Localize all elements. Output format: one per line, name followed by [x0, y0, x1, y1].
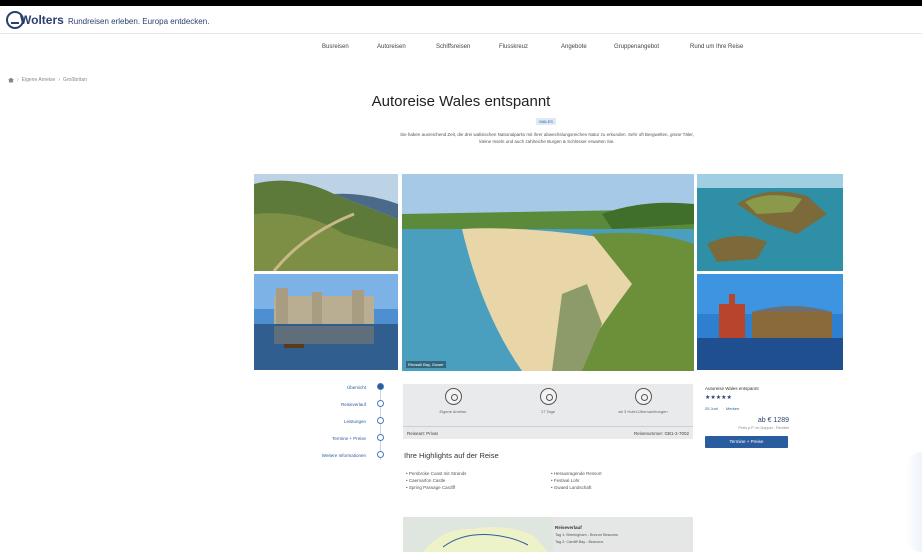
- section-nav: Übersicht Reiseverlauf Leistungen Termin…: [296, 380, 386, 465]
- rating-stars: ★★★★★: [705, 395, 732, 401]
- date-link[interactable]: 25 Juni: [705, 406, 718, 411]
- breadcrumb: › Eigene Anreise › Großbritan: [8, 77, 87, 83]
- sidenav-dot: [377, 400, 384, 407]
- list-item: Festival Lohr: [551, 477, 602, 484]
- map-label: Reiseverlauf: [555, 525, 582, 530]
- highlights-title: Ihre Highlights auf der Reise: [404, 451, 499, 460]
- hotel-icon: [634, 388, 652, 405]
- sidenav-item-uebersicht[interactable]: Übersicht: [296, 380, 386, 397]
- nav-item-schiffsreisen[interactable]: Schiffsreisen: [436, 44, 470, 50]
- sidenav-item-leistungen[interactable]: Leistungen: [296, 414, 386, 431]
- booking-meta: 25 Juni Merken: [705, 406, 789, 411]
- calendar-icon: [539, 388, 557, 405]
- list-item: Herausragende Ressort: [551, 470, 602, 477]
- region-badge[interactable]: WALES: [536, 118, 556, 125]
- floating-widget[interactable]: [906, 452, 922, 552]
- trip-facts: Eigene Anreise 17 Tage ab 3 Hotel-Überna…: [403, 384, 693, 439]
- route-map[interactable]: Reiseverlauf Tag 1: Birmingham - Brecon …: [403, 517, 693, 552]
- breadcrumb-item[interactable]: Eigene Anreise: [22, 77, 56, 83]
- booking-title: Autoreise Wales entspannt: [705, 386, 759, 391]
- page-title: Autoreise Wales entspannt: [371, 93, 551, 110]
- price: ab € 1289: [757, 417, 789, 424]
- photo-coast-path[interactable]: [254, 174, 398, 271]
- highlights-list-1: Pembroke Coast mit Strands Caernarfon Ca…: [406, 470, 467, 491]
- nav-item-angebote[interactable]: Angebote: [561, 44, 587, 50]
- photo-caption: Rhossili Bay, Gower: [406, 361, 446, 368]
- sidenav-dot: [377, 451, 384, 458]
- fact-hotels: ab 3 Hotel-Übernachtungen: [603, 388, 683, 414]
- logo-icon: [6, 11, 24, 29]
- sidenav-item-weitere-infos[interactable]: Weitere Informationen: [296, 448, 386, 465]
- map-line: Tag 2: Cardiff Bay - Beacons: [555, 540, 604, 544]
- facts-footer: Reiseart: Privat Reisenummer: GB1-2-7002: [403, 426, 693, 439]
- site-header: Wolters Rundreisen erleben. Europa entde…: [0, 6, 922, 34]
- list-item: Spring Passage Cardiff: [406, 484, 466, 491]
- trip-number: Reisenummer: GB1-2-7002: [633, 431, 689, 436]
- sidenav-dot: [377, 434, 384, 441]
- sidenav-dot: [377, 383, 384, 390]
- photo-islands[interactable]: [697, 174, 843, 271]
- main-nav: Busreisen Autoreisen Schiffsreisen Fluss…: [0, 44, 922, 58]
- nav-item-busreisen[interactable]: Busreisen: [322, 44, 349, 50]
- sidenav-dot: [377, 417, 384, 424]
- booking-panel: Autoreise Wales entspannt ★★★★★ 25 Juni …: [705, 386, 789, 448]
- dates-prices-button[interactable]: Termine + Preise: [705, 436, 788, 448]
- nav-item-rund-um[interactable]: Rund um Ihre Reise: [690, 44, 743, 50]
- photo-beach-main[interactable]: Rhossili Bay, Gower: [402, 174, 694, 371]
- sidenav-item-termine[interactable]: Termine + Preise: [296, 431, 386, 448]
- logo-text: Wolters: [20, 13, 64, 27]
- breadcrumb-item[interactable]: Großbritan: [63, 77, 87, 83]
- fact-duration: 17 Tage: [508, 388, 588, 414]
- list-item: Gwaed Landschaft: [551, 484, 602, 491]
- nav-item-flusskreuz[interactable]: Flusskreuz: [499, 44, 528, 50]
- nav-item-autoreisen[interactable]: Autoreisen: [377, 44, 406, 50]
- sidenav-item-reiseverlauf[interactable]: Reiseverlauf: [296, 397, 386, 414]
- car-icon: [444, 388, 462, 405]
- photo-castle[interactable]: [254, 274, 398, 370]
- bookmark-link[interactable]: Merken: [726, 406, 739, 411]
- price-note: Preis p.P. im Doppel - Flexibel: [738, 426, 789, 430]
- intro-text: Sie haben ausreichend Zeit, die drei wal…: [400, 132, 694, 144]
- trip-type: Reiseart: Privat: [407, 431, 438, 436]
- logo[interactable]: Wolters: [6, 11, 64, 29]
- nav-item-gruppenangebot[interactable]: Gruppenangebot: [614, 44, 659, 50]
- map-line: Tag 1: Birmingham - Brecon Beacons: [555, 533, 618, 537]
- tagline: Rundreisen erleben. Europa entdecken.: [68, 17, 210, 26]
- list-item: Caernarfon Castle: [406, 477, 466, 484]
- fact-anreise: Eigene Anreise: [413, 388, 493, 414]
- highlights-list-2: Herausragende Ressort Festival Lohr Gwae…: [551, 470, 602, 491]
- photo-cardiff-bay[interactable]: [697, 274, 843, 370]
- list-item: Pembroke Coast mit Strands: [406, 470, 467, 477]
- home-icon[interactable]: [8, 77, 14, 83]
